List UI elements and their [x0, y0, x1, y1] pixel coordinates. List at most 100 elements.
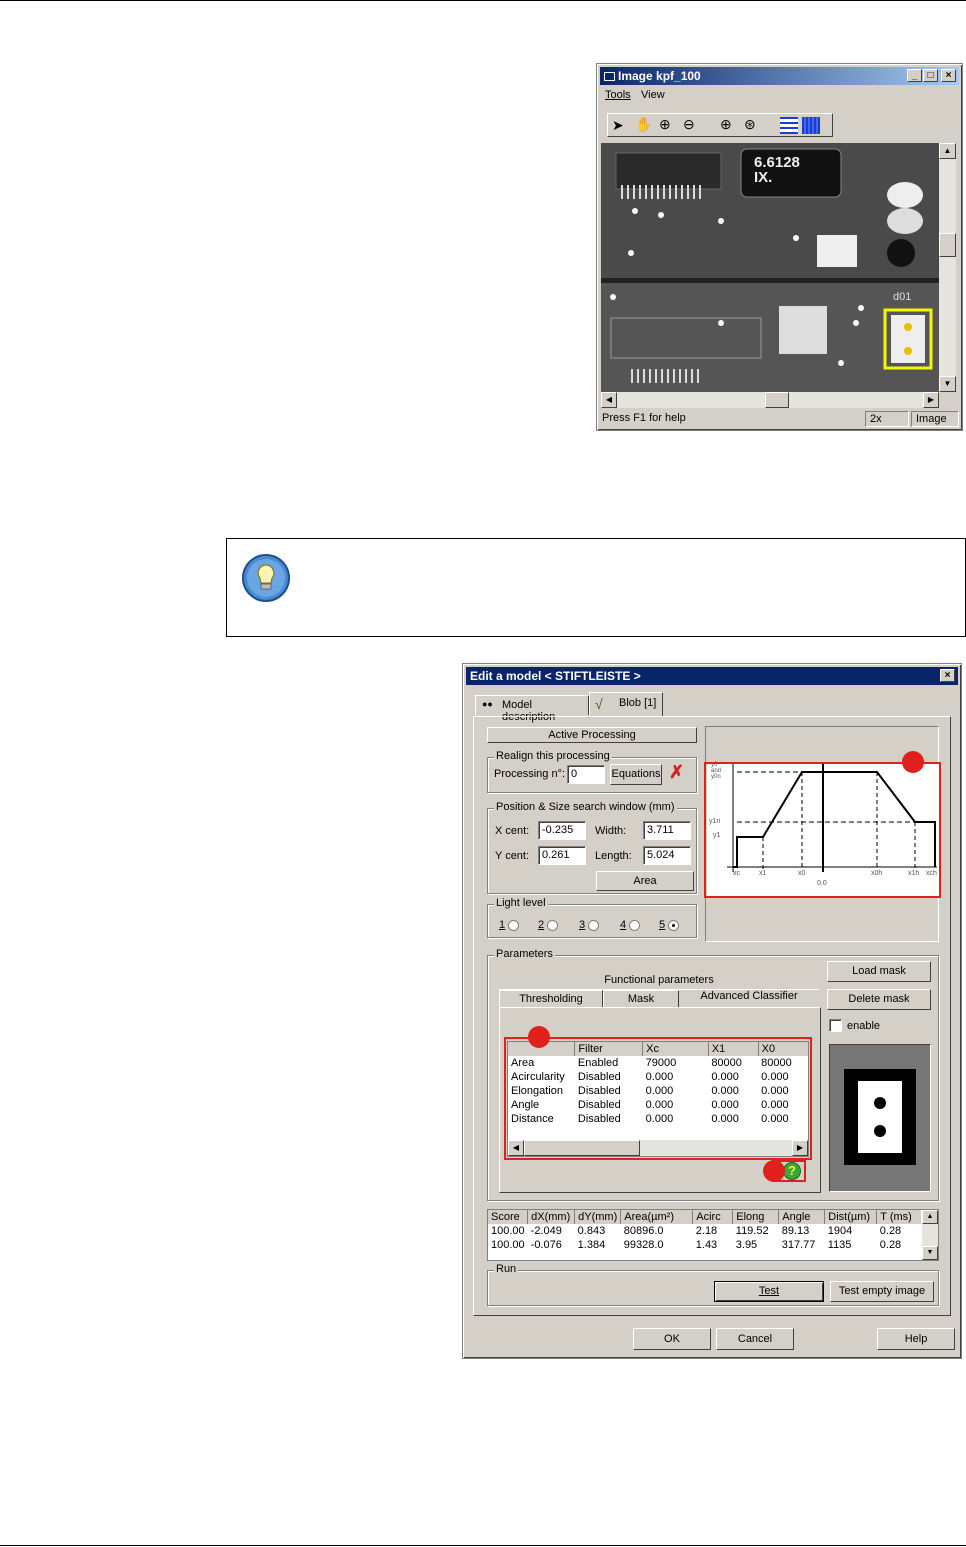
table-cell: 100.00 [491, 1239, 525, 1251]
table-cell: 1135 [827, 1239, 852, 1251]
tab-model-description[interactable]: ●● Model description [475, 695, 589, 723]
dialog-titlebar: Edit a model < STIFTLEISTE > × [466, 667, 958, 685]
zoom-fit-icon[interactable]: ⊕ [720, 116, 732, 133]
light-radio-4[interactable] [629, 919, 641, 931]
results-header-acirc: Acirc [692, 1210, 734, 1224]
results-scroll-down-icon[interactable]: ▼ [922, 1246, 938, 1260]
table-cell: 2.18 [695, 1225, 718, 1237]
processing-input[interactable]: 0 [567, 765, 605, 784]
table-cell: 100.00 [491, 1225, 525, 1237]
table-row[interactable]: 100.00 -0.076 1.384 99328.0 1.43 3.95 317.77 11… [488, 1238, 921, 1252]
results-table: Score dX(mm) dY(mm) Area(µm²) Acirc Elon… [488, 1210, 921, 1252]
results-header-dx: dX(mm) [527, 1210, 576, 1224]
light-radio-5[interactable] [668, 919, 680, 931]
table-cell: 0.28 [879, 1225, 902, 1237]
run-label: Run [494, 1263, 519, 1275]
table-cell: 89.13 [781, 1225, 810, 1237]
equations-button[interactable]: Equations [610, 764, 662, 785]
table-cell: 0.843 [577, 1225, 606, 1237]
image-toolbar: ➤ ✋ ⊕ ⊖ ⊕ ⊛ [607, 113, 833, 137]
mask-hole-bottom [874, 1125, 886, 1137]
results-header-dist: Dist(µm) [824, 1210, 878, 1224]
light-radio-2[interactable] [547, 919, 559, 931]
mask-preview-frame [844, 1069, 916, 1165]
enable-checkbox[interactable] [829, 1019, 842, 1032]
delete-x-icon[interactable]: ✗ [669, 762, 684, 783]
results-header-t: T (ms) [880, 1211, 912, 1223]
image-vertical-scrollbar[interactable]: ▲ ▼ [939, 143, 956, 392]
graph-highlight [704, 762, 941, 898]
grid-filled-icon[interactable] [802, 117, 820, 134]
area-button[interactable]: Area [596, 871, 694, 891]
light-radio-3[interactable] [588, 919, 600, 931]
camera-icon: ●● [482, 699, 493, 709]
load-mask-button[interactable]: Load mask [827, 961, 931, 982]
menu-view[interactable]: View [641, 89, 665, 101]
results-scroll-up-icon[interactable]: ▲ [922, 1210, 938, 1224]
tab-mask[interactable]: Mask [603, 990, 679, 1008]
image-window: Image kpf_100 _ □ × Tools View ➤ ✋ ⊕ ⊖ ⊕… [596, 63, 963, 431]
zoom-out-icon[interactable]: ⊖ [683, 116, 695, 133]
width-input[interactable]: 3.711 [643, 821, 691, 840]
tab-blob[interactable]: √ Blob [1] [589, 692, 663, 716]
length-input[interactable]: 5.024 [643, 846, 691, 865]
test-button[interactable]: Test [714, 1281, 824, 1302]
zoom-in-icon[interactable]: ⊕ [659, 116, 671, 133]
dialog-title: Edit a model < STIFTLEISTE > [470, 669, 641, 683]
results-header-score: Score [488, 1210, 529, 1224]
position-size-label: Position & Size search window (mm) [494, 801, 677, 813]
processing-label: Processing n°: [494, 768, 566, 780]
close-icon[interactable]: × [941, 69, 956, 82]
hand-tool-icon[interactable]: ✋ [635, 116, 652, 133]
parameters-label: Parameters [494, 948, 555, 960]
ycent-label: Y cent: [495, 850, 530, 862]
ok-button[interactable]: OK [633, 1328, 711, 1350]
status-mode: Image [911, 411, 959, 427]
scroll-down-icon[interactable]: ▼ [939, 376, 956, 392]
image-window-titlebar: Image kpf_100 _ □ × [600, 67, 959, 85]
results-vertical-scrollbar[interactable]: ▲ ▼ [922, 1210, 938, 1260]
lightbulb-icon [242, 554, 290, 602]
dialog-close-icon[interactable]: × [940, 669, 955, 682]
grid-icon[interactable] [780, 117, 798, 134]
pcb-chip-label: 6.6128 IX. [754, 154, 800, 186]
results-header-area: Area(µm²) [620, 1210, 694, 1224]
table-row[interactable]: 100.00 -2.049 0.843 80896.0 2.18 119.52 89.13 1… [488, 1224, 921, 1238]
pcb-image[interactable]: 6.6128 IX. d01 [601, 143, 939, 392]
top-rule [0, 0, 966, 1]
light-level-5[interactable]: 5 [659, 919, 680, 931]
image-horizontal-scrollbar[interactable]: ◀ ▶ [601, 392, 939, 408]
cancel-button[interactable]: Cancel [716, 1328, 794, 1350]
width-label: Width: [595, 825, 627, 837]
light-level-4[interactable]: 4 [620, 919, 641, 931]
light-level-2[interactable]: 2 [538, 919, 559, 931]
delete-mask-button[interactable]: Delete mask [827, 989, 931, 1010]
scroll-thumb-horizontal[interactable] [765, 392, 789, 408]
table-cell: 317.77 [781, 1239, 816, 1251]
xcent-input[interactable]: -0.235 [538, 821, 586, 840]
minimize-icon[interactable]: _ [907, 69, 922, 82]
maximize-icon[interactable]: □ [923, 69, 938, 82]
table-cell: -0.076 [530, 1239, 562, 1251]
menu-tools[interactable]: Tools [605, 89, 631, 101]
tab-advanced-classifier[interactable]: Advanced Classifier [679, 988, 819, 1008]
test-empty-image-button[interactable]: Test empty image [830, 1281, 934, 1302]
results-header-angle: Angle [778, 1210, 826, 1224]
table-cell: 1904 [827, 1225, 853, 1237]
image-window-title: Image kpf_100 [618, 69, 701, 83]
zoom-100-icon[interactable]: ⊛ [744, 116, 756, 133]
scroll-thumb-vertical[interactable] [939, 233, 956, 257]
scroll-up-icon[interactable]: ▲ [939, 143, 956, 159]
ycent-input[interactable]: 0.261 [538, 846, 586, 865]
light-radio-1[interactable] [508, 919, 520, 931]
active-processing-toggle[interactable]: Active Processing [487, 727, 697, 743]
scroll-left-icon[interactable]: ◀ [601, 392, 617, 408]
scroll-right-icon[interactable]: ▶ [923, 392, 939, 408]
light-level-3[interactable]: 3 [579, 919, 600, 931]
enable-label: enable [847, 1020, 881, 1032]
light-level-1[interactable]: 1 [499, 919, 520, 931]
help-button[interactable]: Help [877, 1328, 955, 1350]
help-icon[interactable]: ? [783, 1162, 801, 1180]
pointer-tool-icon[interactable]: ➤ [612, 117, 624, 134]
tab-thresholding[interactable]: Thresholding [499, 990, 603, 1008]
